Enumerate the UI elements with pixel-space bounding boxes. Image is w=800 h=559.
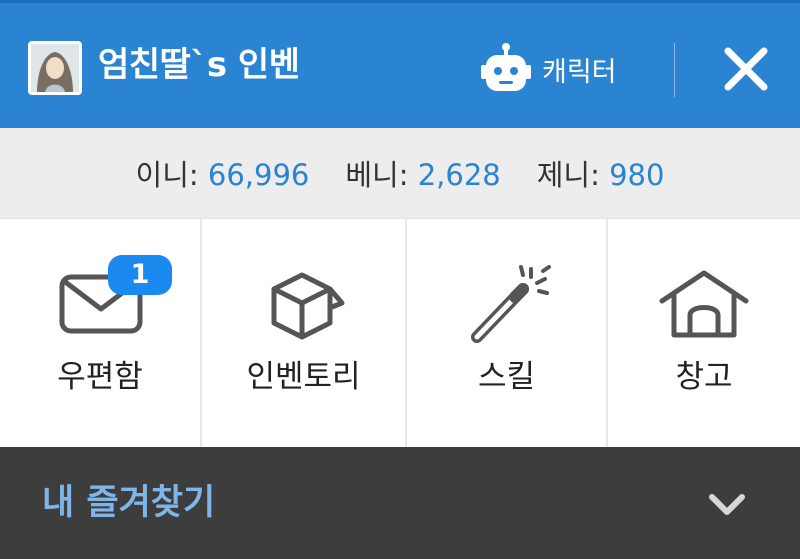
page-title: 엄친딸`s 인벤 (98, 45, 300, 85)
menu-item-mailbox[interactable]: 1 우편함 (0, 219, 202, 447)
currency-value: 2,628 (417, 158, 501, 192)
chevron-down-icon (709, 494, 745, 515)
menu-item-label: 창고 (675, 359, 733, 395)
currency-value: 66,996 (207, 158, 310, 192)
menu-item-skill[interactable]: 스킬 (407, 219, 608, 447)
favorites-toggle[interactable]: 내 즐겨찾기 (0, 447, 800, 559)
currency-label: 제니: (536, 158, 600, 192)
currency-label: 이니: (135, 158, 199, 192)
box-icon (271, 272, 345, 340)
currency-ini: 이니: 66,996 (136, 152, 310, 194)
unread-badge: 1 (108, 255, 172, 295)
menu-item-inventory[interactable]: 인벤토리 (202, 219, 407, 447)
currency-label: 베니: (345, 158, 409, 192)
character-button[interactable]: 캐릭터 (478, 40, 617, 98)
currency-value: 980 (609, 158, 665, 192)
currency-beni: 베니: 2,628 (345, 152, 500, 194)
close-button[interactable] (716, 39, 776, 99)
robot-icon (481, 43, 531, 91)
character-button-label: 캐릭터 (542, 56, 617, 88)
avatar[interactable] (28, 41, 82, 95)
menu-item-label: 스킬 (477, 359, 536, 395)
favorites-title: 내 즐겨찾기 (42, 483, 216, 523)
menu-grid: 1 우편함 인벤토리 스킬 창고 (0, 218, 800, 447)
header-divider (674, 43, 675, 97)
magic-wand-icon (471, 265, 551, 343)
menu-item-label: 인벤토리 (246, 359, 361, 395)
currency-jeni: 제니: 980 (537, 152, 665, 194)
currency-bar: 이니: 66,996 베니: 2,628 제니: 980 (0, 128, 800, 218)
menu-item-label: 우편함 (57, 359, 143, 395)
app-header: 엄친딸`s 인벤 캐릭터 (0, 0, 800, 128)
close-icon (724, 47, 768, 91)
menu-item-storage[interactable]: 창고 (608, 219, 800, 447)
house-icon (659, 270, 749, 338)
